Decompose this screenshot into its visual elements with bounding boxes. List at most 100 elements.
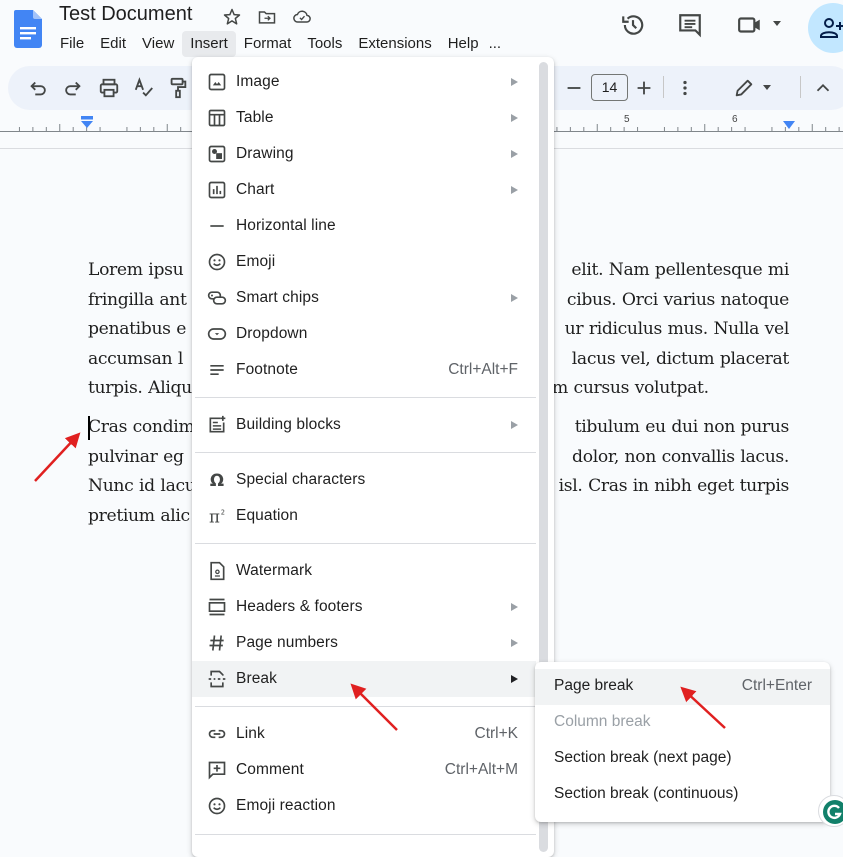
undo-icon[interactable] <box>27 77 49 99</box>
insert-menu-item-image[interactable]: Image <box>192 64 536 100</box>
grammarly-button[interactable] <box>818 795 843 827</box>
editing-mode-icon[interactable] <box>733 77 755 99</box>
menu-separator <box>195 706 536 707</box>
menu-extensions[interactable]: Extensions <box>350 31 439 57</box>
menu-item-label: Table <box>236 109 274 126</box>
svg-text:2: 2 <box>221 508 225 516</box>
menu-item-label: Page numbers <box>236 634 339 651</box>
insert-menu-item-drawing[interactable]: Drawing <box>192 136 536 172</box>
menu-item-label: Link <box>236 725 265 742</box>
insert-menu-item-smart-chips[interactable]: Smart chips <box>192 280 536 316</box>
font-size-input[interactable]: 14 <box>591 74 628 101</box>
break-submenu-item-section-break-next-page[interactable]: Section break (next page) <box>535 741 830 777</box>
comments-icon[interactable] <box>677 12 703 38</box>
insert-menu-item-horizontal-line[interactable]: Horizontal line <box>192 208 536 244</box>
version-history-icon[interactable] <box>620 12 646 38</box>
cloud-saved-icon[interactable] <box>292 7 312 27</box>
omega-icon: Ω <box>210 471 224 490</box>
text-fragment-right: lacus vel, dictum placerat <box>571 348 790 369</box>
menu-separator <box>195 543 536 544</box>
decrease-font-size-icon[interactable] <box>563 77 585 99</box>
pi-icon: π2 <box>209 508 225 526</box>
break-submenu-item-page-break[interactable]: Page break Ctrl+Enter <box>535 669 830 705</box>
docs-logo-icon[interactable] <box>14 10 42 48</box>
submenu-item-shortcut: Ctrl+Enter <box>741 677 812 694</box>
left-indent-marker-icon[interactable] <box>80 116 94 130</box>
increase-font-size-icon[interactable] <box>633 77 655 99</box>
menu-item-label: Horizontal line <box>236 217 336 234</box>
text-fragment-right: m cursus volutpat. <box>552 378 709 399</box>
menu-item-label: Dropdown <box>236 325 308 342</box>
table-icon <box>208 109 226 127</box>
submenu-arrow-icon <box>511 603 518 611</box>
drawing-icon <box>208 145 226 163</box>
redo-icon[interactable] <box>62 77 84 99</box>
insert-menu-item-page-numbers[interactable]: Page numbers <box>192 625 536 661</box>
menu-format[interactable]: Format <box>236 31 300 57</box>
insert-menu-item-link[interactable]: Link Ctrl+K <box>192 716 536 752</box>
image-icon <box>208 73 226 91</box>
menu-item-label: Footnote <box>236 361 298 378</box>
svg-text:Ω: Ω <box>210 471 224 490</box>
hide-menus-chevron-up-icon[interactable] <box>812 77 834 99</box>
insert-menu-item-comment[interactable]: Comment Ctrl+Alt+M <box>192 752 536 788</box>
share-button[interactable] <box>808 3 843 53</box>
menu-item-label: Drawing <box>236 145 294 162</box>
smart-chips-icon <box>207 291 227 305</box>
insert-menu-item-table[interactable]: Table <box>192 100 536 136</box>
insert-menu-item-special-characters[interactable]: Ω Special characters <box>192 462 536 498</box>
menu-separator <box>195 834 536 835</box>
insert-menu-item-dropdown[interactable]: Dropdown <box>192 316 536 352</box>
menu-item-label: Image <box>236 73 280 90</box>
insert-menu-item-chart[interactable]: Chart <box>192 172 536 208</box>
insert-menu-item-emoji[interactable]: Emoji <box>192 244 536 280</box>
menu-separator <box>195 397 536 398</box>
menu-help[interactable]: Help <box>440 31 487 57</box>
text-fragment-left: turpis. Aliqu <box>88 378 192 399</box>
menu-insert[interactable]: Insert <box>182 31 236 57</box>
menu-file[interactable]: File <box>52 31 92 57</box>
menu-item-label: Break <box>236 670 277 687</box>
emoji-reaction-icon <box>208 797 226 815</box>
menu-tools[interactable]: Tools <box>299 31 350 57</box>
spellcheck-icon[interactable] <box>133 77 155 99</box>
emoji-icon <box>208 253 226 271</box>
meet-dropdown-icon[interactable] <box>773 21 781 27</box>
menu-more[interactable]: ... <box>487 31 510 57</box>
insert-menu-item-break[interactable]: Break <box>192 661 536 697</box>
insert-menu-item-footnote[interactable]: Footnote Ctrl+Alt+F <box>192 352 536 388</box>
text-fragment-right: ur ridiculus mus. Nulla vel <box>564 319 790 340</box>
menu-view[interactable]: View <box>134 31 182 57</box>
print-icon[interactable] <box>98 77 120 99</box>
right-indent-marker-icon[interactable] <box>782 120 796 130</box>
insert-menu-item-watermark[interactable]: Watermark <box>192 553 536 589</box>
headers-footers-icon <box>208 598 226 616</box>
dropdown-icon <box>207 328 227 340</box>
more-options-icon[interactable] <box>674 77 696 99</box>
svg-text:π: π <box>209 508 220 526</box>
star-icon[interactable] <box>222 7 242 27</box>
text-fragment-left: Lorem ipsu <box>88 260 184 280</box>
paint-format-icon[interactable] <box>169 77 187 99</box>
submenu-arrow-icon <box>511 114 518 122</box>
insert-menu-item-equation[interactable]: π 2 Equation <box>192 498 536 534</box>
submenu-arrow-icon <box>511 675 518 683</box>
menu-item-shortcut: Ctrl+K <box>474 725 519 742</box>
text-cursor <box>88 416 90 440</box>
meet-icon[interactable] <box>737 12 763 38</box>
menu-item-label: Smart chips <box>236 289 319 306</box>
move-folder-icon[interactable] <box>257 7 277 27</box>
submenu-item-label: Section break (continuous) <box>554 785 739 802</box>
text-fragment-right: elit. Nam pellentesque mi <box>571 260 789 280</box>
menu-item-label: Comment <box>236 761 304 778</box>
document-title[interactable]: Test Document <box>59 3 192 26</box>
menu-item-label: Building blocks <box>236 416 341 433</box>
menu-edit[interactable]: Edit <box>92 31 134 57</box>
insert-menu-item-emoji-reaction[interactable]: Emoji reaction <box>192 788 536 824</box>
toolbar-divider <box>800 76 801 98</box>
insert-menu-item-headers-footers[interactable]: Headers & footers <box>192 589 536 625</box>
insert-menu-item-building-blocks[interactable]: Building blocks <box>192 407 536 443</box>
break-submenu-item-section-break-continuous[interactable]: Section break (continuous) <box>535 777 830 813</box>
editing-mode-dropdown-icon[interactable] <box>763 85 771 91</box>
menu-item-shortcut: Ctrl+Alt+F <box>448 361 518 378</box>
